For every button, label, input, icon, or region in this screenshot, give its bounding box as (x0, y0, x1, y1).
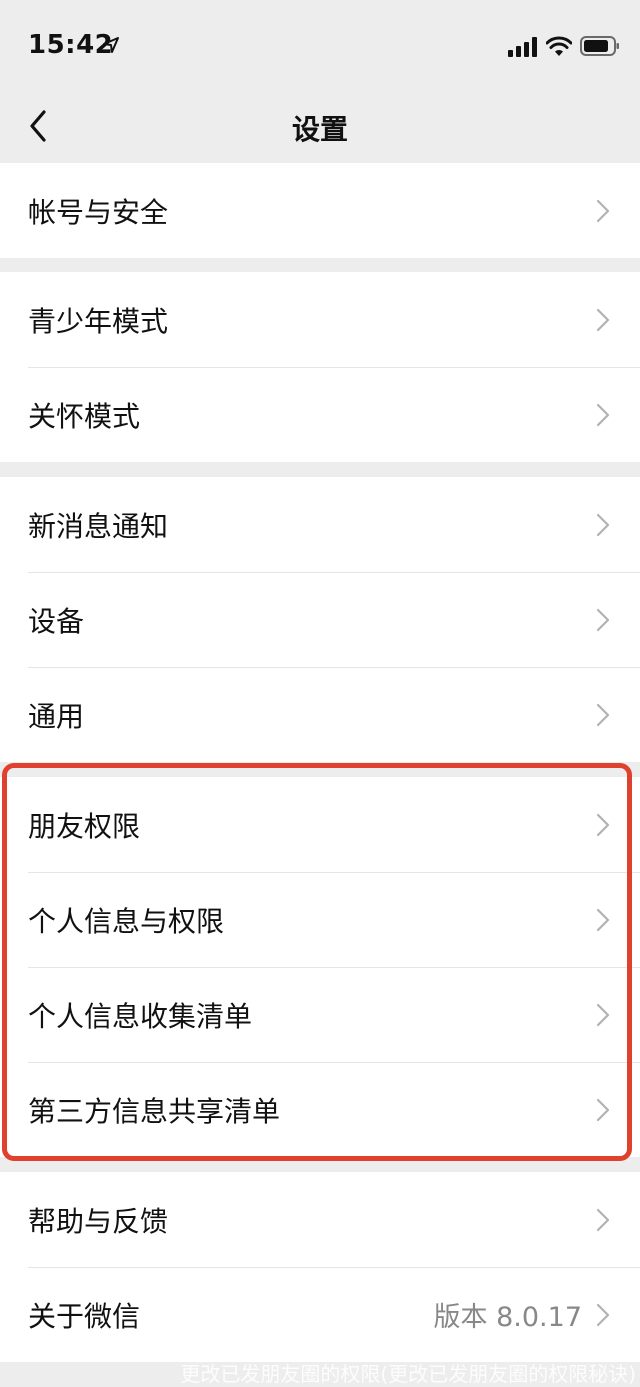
row-label: 通用 (28, 699, 85, 733)
status-bar: 15:42 (0, 0, 640, 92)
chevron-right-icon (596, 513, 610, 536)
battery-icon (580, 36, 619, 56)
wifi-icon (546, 36, 572, 56)
chevron-right-icon (596, 1303, 610, 1326)
row-friend-permissions[interactable]: 朋友权限 (0, 777, 640, 872)
row-about-wechat[interactable]: 关于微信 版本 8.0.17 (0, 1267, 640, 1362)
row-new-message-notification[interactable]: 新消息通知 (0, 477, 640, 572)
nav-bar: 设置 (0, 92, 640, 162)
row-label: 设备 (28, 604, 85, 638)
row-label: 帐号与安全 (28, 195, 169, 229)
chevron-right-icon (596, 908, 610, 931)
cellular-signal-icon (508, 37, 537, 57)
row-label: 关于微信 (28, 1299, 141, 1333)
row-account-security[interactable]: 帐号与安全 (0, 163, 640, 258)
row-label: 个人信息收集清单 (28, 999, 253, 1033)
row-label: 帮助与反馈 (28, 1204, 169, 1238)
row-label: 青少年模式 (28, 304, 169, 338)
settings-group-general: 新消息通知 设备 通用 (0, 477, 640, 762)
page-title: 设置 (291, 113, 348, 146)
row-help-feedback[interactable]: 帮助与反馈 (0, 1172, 640, 1267)
row-general[interactable]: 通用 (0, 667, 640, 762)
settings-group-about: 帮助与反馈 关于微信 版本 8.0.17 (0, 1172, 640, 1362)
row-label: 新消息通知 (28, 509, 169, 543)
chevron-right-icon (596, 199, 610, 222)
chevron-right-icon (596, 1003, 610, 1026)
chevron-right-icon (596, 608, 610, 631)
row-devices[interactable]: 设备 (0, 572, 640, 667)
row-care-mode[interactable]: 关怀模式 (0, 367, 640, 462)
watermark-caption: 更改已发朋友圈的权限(更改已发朋友圈的权限秘诀) (180, 1362, 636, 1386)
chevron-right-icon (596, 1208, 610, 1231)
row-third-party-sharing-list[interactable]: 第三方信息共享清单 (0, 1062, 640, 1157)
row-personal-info-collection-list[interactable]: 个人信息收集清单 (0, 967, 640, 1062)
settings-group-modes: 青少年模式 关怀模式 (0, 272, 640, 462)
chevron-right-icon (596, 403, 610, 426)
row-personal-info-permissions[interactable]: 个人信息与权限 (0, 872, 640, 967)
row-label: 个人信息与权限 (28, 904, 225, 938)
row-teen-mode[interactable]: 青少年模式 (0, 272, 640, 367)
chevron-right-icon (596, 813, 610, 836)
status-time: 15:42 (28, 30, 114, 60)
location-arrow-icon (103, 37, 119, 53)
chevron-right-icon (596, 1098, 610, 1121)
chevron-right-icon (596, 703, 610, 726)
settings-group-privacy: 朋友权限 个人信息与权限 个人信息收集清单 第三方信息共享清单 (0, 777, 640, 1157)
chevron-right-icon (596, 308, 610, 331)
version-value: 版本 8.0.17 (433, 1302, 582, 1333)
row-label: 第三方信息共享清单 (28, 1094, 281, 1128)
row-label: 朋友权限 (28, 809, 141, 843)
row-label: 关怀模式 (28, 399, 141, 433)
settings-group-account: 帐号与安全 (0, 163, 640, 258)
